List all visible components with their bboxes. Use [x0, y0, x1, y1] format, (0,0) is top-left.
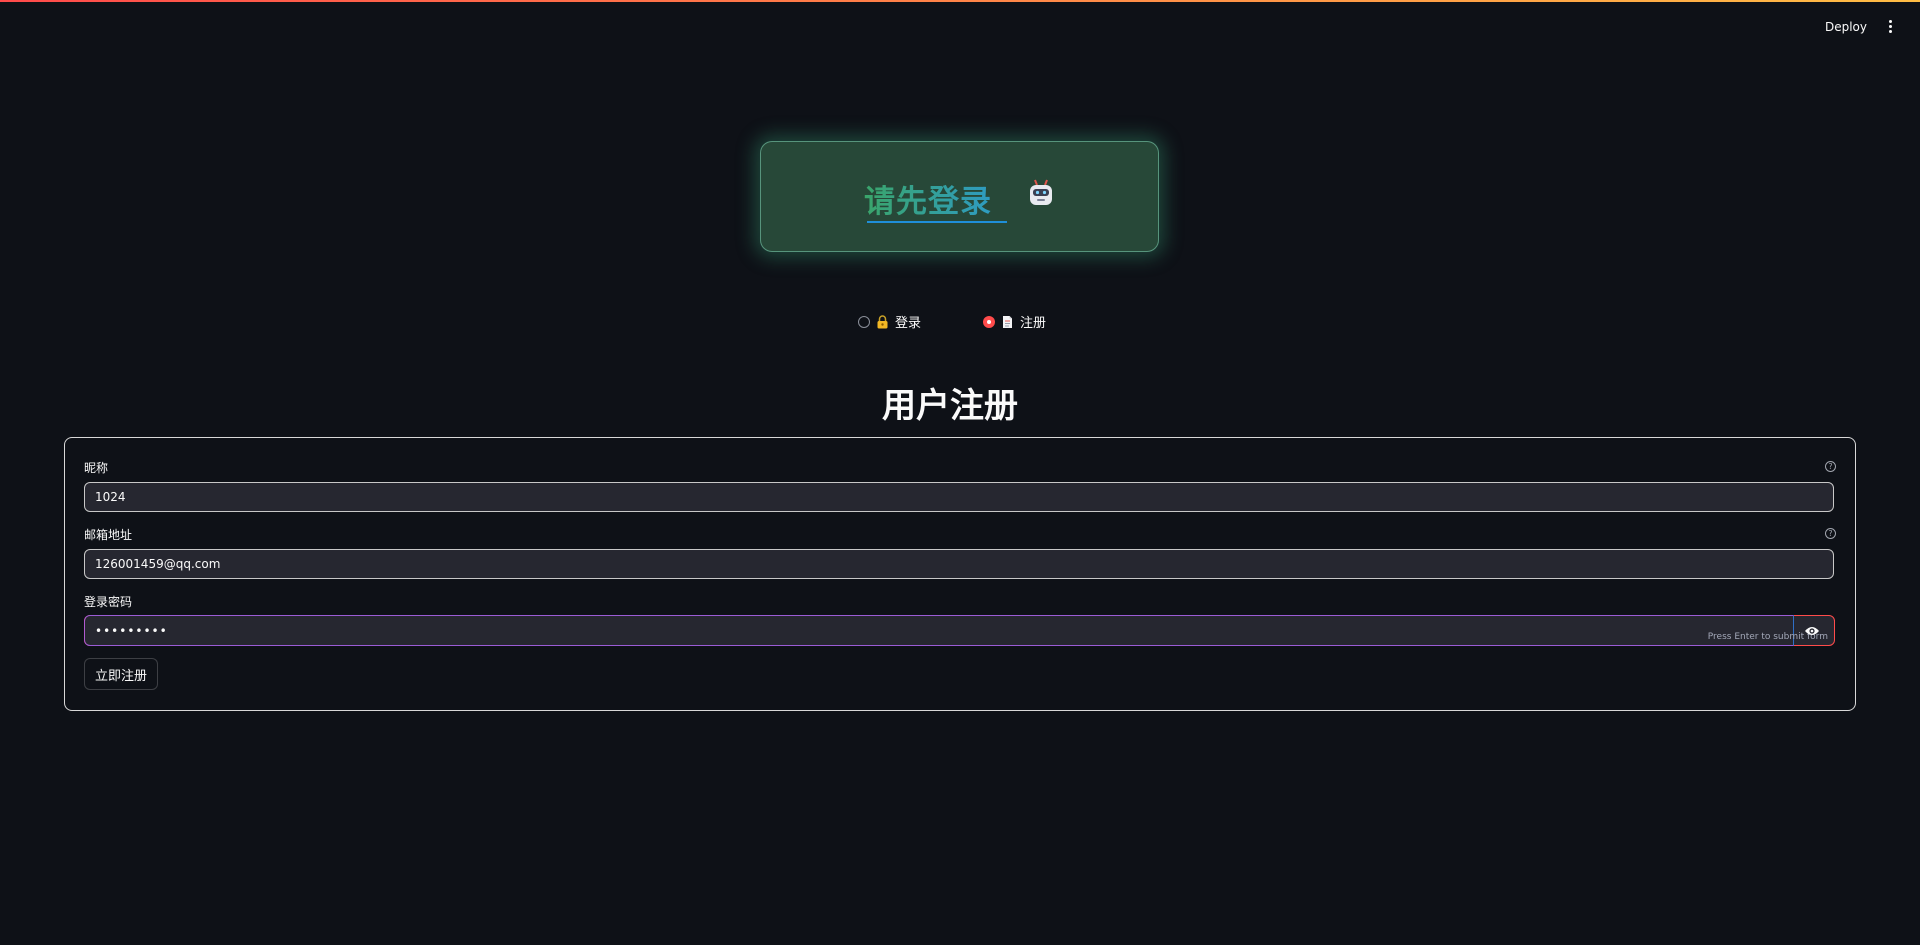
login-banner: 请先登录: [760, 141, 1159, 252]
eye-icon[interactable]: [1804, 625, 1820, 637]
email-label: 邮箱地址: [84, 528, 133, 542]
radio-label-register: 注册: [1020, 316, 1047, 331]
page-title: 用户注册: [882, 386, 1018, 426]
radio-label-login: 登录: [895, 316, 922, 331]
kebab-menu-icon[interactable]: [1885, 18, 1896, 35]
auth-mode-radio-group: 登录 注册: [0, 312, 1920, 334]
lock-icon: [877, 314, 888, 328]
document-icon: [1003, 315, 1012, 328]
help-icon[interactable]: ?: [1825, 528, 1836, 539]
help-icon[interactable]: ?: [1825, 461, 1836, 472]
password-input[interactable]: [84, 615, 1794, 646]
register-form: 昵称 ? 邮箱地址 ? 登录密码 Press Enter to submit f…: [64, 437, 1856, 711]
email-input[interactable]: [84, 549, 1834, 579]
robot-icon: [1030, 179, 1052, 205]
password-field: Press Enter to submit form: [84, 615, 1835, 646]
radio-option-login[interactable]: 登录: [858, 312, 921, 331]
deploy-button[interactable]: Deploy: [1825, 20, 1867, 34]
top-decoration-line: [0, 0, 1920, 2]
banner-title: 请先登录: [864, 176, 992, 221]
register-submit-button[interactable]: 立即注册: [84, 658, 159, 690]
app-toolbar: Deploy: [1825, 18, 1896, 35]
nickname-label: 昵称: [84, 461, 109, 475]
radio-circle-unchecked[interactable]: [858, 315, 870, 328]
password-label: 登录密码: [84, 595, 133, 609]
radio-option-register[interactable]: 注册: [983, 312, 1046, 331]
radio-circle-checked[interactable]: [983, 315, 995, 328]
nickname-input[interactable]: [84, 482, 1834, 512]
banner-underline: [867, 221, 1007, 223]
